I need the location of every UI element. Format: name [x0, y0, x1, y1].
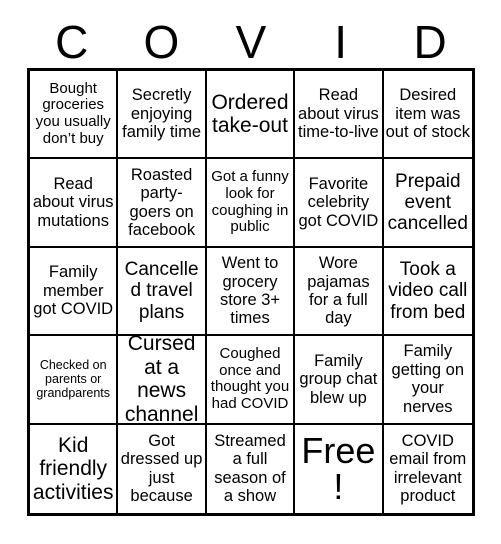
bingo-cell-r4-c2[interactable]: Streamed a full season of a show [206, 424, 296, 513]
bingo-cell-label: Streamed a full season of a show [214, 431, 286, 506]
bingo-cell-r3-c2[interactable]: Coughed once and thought you had COVID [206, 336, 296, 425]
bingo-cell-label: Got dressed up just because [120, 431, 203, 506]
bingo-cell-r4-c4[interactable]: COVID email from irrelevant product [383, 424, 472, 513]
bingo-cell-r0-c4[interactable]: Desired item was out of stock [383, 71, 472, 160]
bingo-cell-label: Family getting on your nerves [391, 342, 465, 416]
bingo-cell-label: Desired item was out of stock [385, 86, 470, 142]
bingo-cell-label: Wore pajamas for a full day [307, 254, 370, 328]
bingo-cell-label: Checked on parents or grandparents [36, 358, 111, 401]
bingo-header-letter-2: V [235, 16, 267, 68]
bingo-cell-r0-c1[interactable]: Secretly enjoying family time [118, 71, 207, 160]
bingo-cell-r1-c3[interactable]: Favorite celebrity got COVID [295, 159, 384, 248]
bingo-cell-r4-c1[interactable]: Got dressed up just because [118, 424, 207, 513]
bingo-cell-r1-c0[interactable]: Read about virus mutations [30, 159, 119, 248]
bingo-cell-r1-c4[interactable]: Prepaid event cancelled [383, 159, 472, 248]
bingo-cell-label: Family member got COVID [33, 263, 114, 319]
bingo-card: C O V I D Bought groceries you usually don’t… [0, 0, 501, 544]
bingo-cell-label: Roasted party-goers on facebook [128, 165, 196, 240]
bingo-cell-r4-c3[interactable]: Free! [295, 424, 384, 513]
bingo-cell-r4-c0[interactable]: Kid friendly activities [30, 424, 119, 513]
bingo-cell-label: Free! [301, 429, 376, 507]
bingo-cell-r3-c4[interactable]: Family getting on your nerves [383, 336, 472, 425]
bingo-cell-label: Prepaid event cancelled [387, 170, 468, 235]
bingo-header-letter-3: I [334, 16, 347, 68]
bingo-cell-label: Cancelled travel plans [124, 259, 199, 323]
bingo-header-letter-1: O [143, 16, 180, 68]
bingo-cell-r0-c2[interactable]: Ordered take-out [206, 71, 296, 160]
bingo-header: COVID [27, 16, 475, 68]
bingo-cell-r2-c2[interactable]: Went to grocery store 3+ times [206, 247, 296, 337]
bingo-cell-label: Ordered take-out [211, 90, 289, 138]
bingo-cell-r2-c0[interactable]: Family member got COVID [30, 247, 119, 337]
bingo-cell-r0-c0[interactable]: Bought groceries you usually don’t buy [30, 71, 119, 160]
bingo-cell-label: Took a video call from bed [388, 259, 468, 323]
bingo-cell-r3-c0[interactable]: Checked on parents or grandparents [30, 336, 119, 425]
bingo-cell-label: Got a funny look for coughing in public [211, 168, 289, 236]
bingo-header-letter-0: C [55, 16, 89, 68]
bingo-cell-label: Cursed at a news channel [124, 336, 199, 425]
bingo-cell-r1-c2[interactable]: Got a funny look for coughing in public [206, 159, 296, 248]
bingo-cell-label: COVID email from irrelevant product [389, 431, 467, 506]
bingo-grid: Bought groceries you usually don’t buy Se… [27, 68, 475, 516]
bingo-cell-r1-c1[interactable]: Roasted party-goers on facebook [118, 159, 207, 248]
bingo-cell-r2-c1[interactable]: Cancelled travel plans [118, 247, 207, 337]
bingo-cell-r3-c3[interactable]: Family group chat blew up [295, 336, 384, 425]
bingo-header-letter-4: D [413, 16, 447, 68]
bingo-cell-r2-c4[interactable]: Took a video call from bed [383, 247, 472, 337]
bingo-cell-r0-c3[interactable]: Read about virus time-to-live [295, 71, 384, 160]
bingo-cell-label: Read about virus mutations [32, 174, 114, 230]
bingo-cell-label: Coughed once and thought you had COVID [210, 344, 290, 413]
bingo-cell-label: Family group chat blew up [299, 351, 378, 407]
bingo-cell-label: Read about virus time-to-live [298, 86, 379, 142]
bingo-cell-label: Bought groceries you usually don’t buy [35, 79, 111, 147]
bingo-cell-label: Favorite celebrity got COVID [298, 174, 379, 230]
bingo-cell-label: Went to grocery store 3+ times [219, 254, 281, 328]
bingo-cell-r2-c3[interactable]: Wore pajamas for a full day [295, 247, 384, 337]
bingo-cell-label: Kid friendly activities [32, 433, 114, 504]
bingo-cell-r3-c1[interactable]: Cursed at a news channel [118, 336, 207, 425]
bingo-cell-label: Secretly enjoying family time [122, 86, 202, 142]
